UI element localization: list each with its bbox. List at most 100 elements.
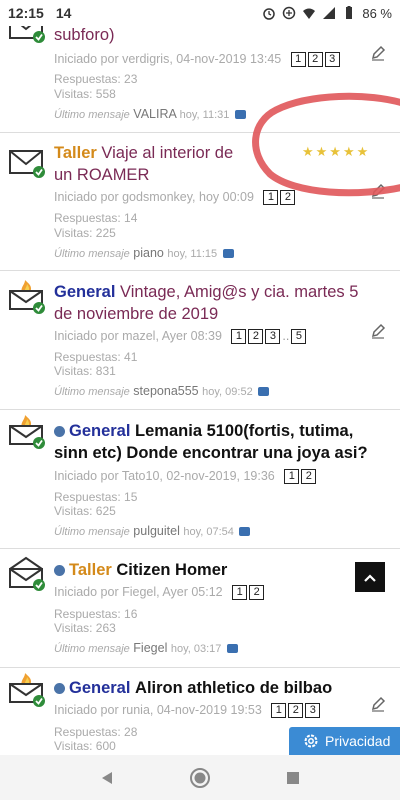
replies-count: Respuestas: 16 xyxy=(54,607,138,621)
go-to-last-post-icon[interactable] xyxy=(239,527,251,537)
back-button[interactable] xyxy=(96,767,118,789)
last-post-label: Último mensaje xyxy=(54,526,130,538)
page-link[interactable]: 2 xyxy=(301,469,317,485)
topic-title[interactable]: subforo) xyxy=(54,24,380,46)
author-text: Iniciado por mazel, Ayer 08:39 xyxy=(54,329,222,343)
last-post: Último mensaje Fiegel hoy, 03:17 xyxy=(54,641,238,655)
privacy-label: Privacidad xyxy=(325,733,391,749)
author-text: Iniciado por godsmonkey, hoy 00:09 xyxy=(54,190,254,204)
go-to-last-post-icon[interactable] xyxy=(226,644,238,654)
red-circle-annotation xyxy=(252,92,400,197)
last-post-user[interactable]: Fiegel xyxy=(133,641,167,655)
page-link[interactable]: 5 xyxy=(291,329,307,345)
topic-category[interactable]: General xyxy=(54,283,115,301)
last-post: Último mensaje piano hoy, 11:15 xyxy=(54,246,234,260)
last-post: Último mensaje pulguitel hoy, 07:54 xyxy=(54,524,251,538)
topic-category[interactable]: General xyxy=(69,679,130,697)
topic-category[interactable]: Taller xyxy=(54,144,97,162)
page-link[interactable]: 1 xyxy=(231,329,247,345)
alarm-icon xyxy=(263,8,276,20)
views-count: Visitas: 225 xyxy=(54,226,116,240)
recents-button[interactable] xyxy=(282,767,304,789)
last-post-user[interactable]: piano xyxy=(133,246,164,260)
topic-title[interactable]: General Lemania 5100(fortis, tutima, sin… xyxy=(54,420,380,464)
battery-icon xyxy=(346,6,353,19)
last-post-label: Último mensaje xyxy=(54,386,130,398)
privacy-button[interactable]: Privacidad xyxy=(289,727,400,755)
topic-title[interactable]: Taller Citizen Homer xyxy=(54,559,380,581)
views-count: Visitas: 600 xyxy=(54,739,116,753)
last-post-time: hoy, 11:15 xyxy=(167,248,218,260)
page-link[interactable]: 2 xyxy=(307,52,323,68)
go-to-last-post-icon[interactable] xyxy=(258,387,270,397)
topic-title-text[interactable]: Aliron athletico de bilbao xyxy=(135,679,332,697)
replies-count: Respuestas: 41 xyxy=(54,350,138,364)
last-post-user[interactable]: VALIRA xyxy=(133,107,176,121)
author-text: Iniciado por runia, 04-nov-2019 19:53 xyxy=(54,703,262,717)
topic-title[interactable]: General Aliron athletico de bilbao xyxy=(54,677,380,699)
author-text: Iniciado por Tato10, 02-nov-2019, 19:36 xyxy=(54,469,275,483)
last-post-user[interactable]: stepona555 xyxy=(133,384,198,398)
topic-category[interactable]: Taller xyxy=(69,561,112,579)
topic-title[interactable]: Taller Viaje al interior de un ROAMER xyxy=(54,142,250,186)
page-link[interactable]: 1 xyxy=(232,585,248,601)
envelope-read-icon xyxy=(9,150,45,178)
replies-count: Respuestas: 14 xyxy=(54,211,138,225)
topic-category[interactable]: General xyxy=(69,422,130,440)
last-post-user[interactable]: pulguitel xyxy=(133,524,180,538)
page-link[interactable]: 3 xyxy=(265,329,281,345)
new-post-dot-icon[interactable] xyxy=(54,426,65,438)
notification-number: 14 xyxy=(55,5,72,21)
page-links: 1 2 xyxy=(232,585,265,601)
page-links: 1 2 3 xyxy=(290,52,340,68)
page-link[interactable]: 1 xyxy=(290,52,306,68)
topic-row[interactable]: Taller Citizen Homer Iniciado por Fiegel… xyxy=(0,549,400,668)
topic-title-text[interactable]: subforo) xyxy=(54,26,115,44)
topic-title-text[interactable]: Citizen Homer xyxy=(116,561,227,579)
home-button[interactable] xyxy=(189,767,211,789)
page-link[interactable]: 3 xyxy=(324,52,340,68)
topic-author-line: Iniciado por verdigris, 04-nov-2019 13:4… xyxy=(54,52,340,68)
pencil-icon xyxy=(371,45,386,61)
status-bar: 12:15 14 86 % xyxy=(0,0,400,26)
last-post-time: hoy, 09:52 xyxy=(202,386,253,398)
last-post-label: Último mensaje xyxy=(54,248,130,260)
page-link[interactable]: 3 xyxy=(305,703,321,719)
page-links: 1 2 3 .. 5 xyxy=(231,329,307,345)
page-link[interactable]: 1 xyxy=(284,469,300,485)
page-link[interactable]: 2 xyxy=(248,329,264,345)
topic-author-line: Iniciado por runia, 04-nov-2019 19:53 1 … xyxy=(54,703,321,719)
replies-count: Respuestas: 15 xyxy=(54,490,138,504)
battery-level: 86 % xyxy=(362,5,392,21)
views-count: Visitas: 263 xyxy=(54,621,116,635)
envelope-hot-icon xyxy=(9,673,45,707)
replies-count: Respuestas: 23 xyxy=(54,72,138,86)
go-to-last-post-icon[interactable] xyxy=(222,249,234,259)
scroll-to-top-button[interactable] xyxy=(355,562,385,592)
navigation-bar xyxy=(0,755,400,800)
topic-title[interactable]: General Vintage, Amig@s y cia. martes 5 … xyxy=(54,281,380,325)
page-link[interactable]: 2 xyxy=(249,585,265,601)
new-post-dot-icon[interactable] xyxy=(54,683,65,695)
topic-author-line: Iniciado por mazel, Ayer 08:39 1 2 3 .. … xyxy=(54,329,307,345)
author-text: Iniciado por Fiegel, Ayer 05:12 xyxy=(54,585,223,599)
page-link[interactable]: 1 xyxy=(271,703,287,719)
topic-row[interactable]: General Lemania 5100(fortis, tutima, sin… xyxy=(0,410,400,549)
page-link[interactable]: 2 xyxy=(288,703,304,719)
page-links: 1 2 3 xyxy=(271,703,321,719)
topic-author-line: Iniciado por Tato10, 02-nov-2019, 19:36 … xyxy=(54,469,317,485)
pencil-icon xyxy=(371,696,386,712)
signal-icon xyxy=(323,7,336,19)
status-icons: 86 % xyxy=(262,6,392,21)
envelope-hot-icon xyxy=(9,415,45,449)
views-count: Visitas: 558 xyxy=(54,87,116,101)
clock: 12:15 xyxy=(8,5,44,21)
envelope-open-icon xyxy=(9,556,45,591)
go-to-last-post-icon[interactable] xyxy=(234,110,246,120)
views-count: Visitas: 831 xyxy=(54,364,116,378)
topic-row[interactable]: General Vintage, Amig@s y cia. martes 5 … xyxy=(0,271,400,410)
new-post-dot-icon[interactable] xyxy=(54,565,65,577)
back-triangle-icon xyxy=(101,771,112,784)
last-post: Último mensaje VALIRA hoy, 11:31 xyxy=(54,107,246,121)
last-post-time: hoy, 11:31 xyxy=(179,109,230,121)
